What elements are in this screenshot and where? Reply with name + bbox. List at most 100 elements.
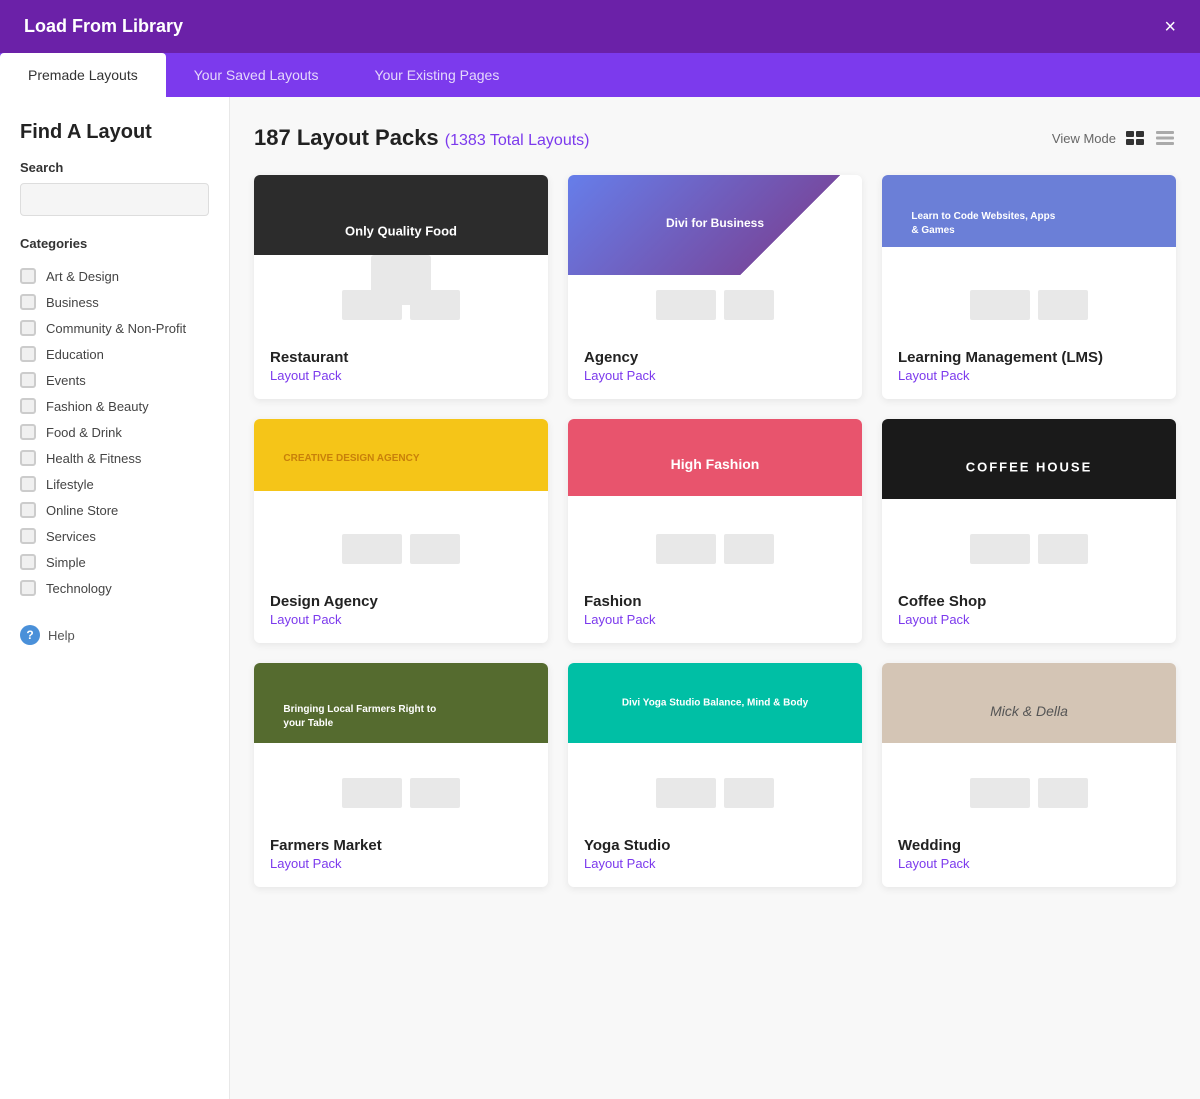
layout-count: 187 Layout Packs (1383 Total Layouts) <box>254 125 589 150</box>
category-item-online-store[interactable]: Online Store <box>20 497 209 523</box>
card-preview-yoga-studio <box>568 663 862 823</box>
card-title-farmers-market: Farmers Market <box>270 837 532 854</box>
category-item-fashion-beauty[interactable]: Fashion & Beauty <box>20 393 209 419</box>
category-label-lifestyle: Lifestyle <box>46 477 94 492</box>
card-info-restaurant: Restaurant Layout Pack <box>254 335 548 399</box>
tab-premade[interactable]: Premade Layouts <box>0 53 166 97</box>
main-content: 187 Layout Packs (1383 Total Layouts) Vi… <box>230 97 1200 1099</box>
card-subtitle-lms: Layout Pack <box>898 368 1160 383</box>
category-label-community: Community & Non-Profit <box>46 321 186 336</box>
layout-card-yoga-studio[interactable]: Yoga Studio Layout Pack <box>568 663 862 887</box>
card-preview-coffee-shop <box>882 419 1176 579</box>
mini-content-lms <box>882 275 1176 335</box>
mini-block-1 <box>970 778 1030 808</box>
mini-block-1 <box>342 534 402 564</box>
mini-block-2 <box>1038 778 1088 808</box>
card-preview-fashion <box>568 419 862 579</box>
category-label-health-fitness: Health & Fitness <box>46 451 141 466</box>
category-checkbox-events[interactable] <box>20 372 36 388</box>
mini-content-farmers-market <box>254 763 548 823</box>
category-label-simple: Simple <box>46 555 86 570</box>
category-item-business[interactable]: Business <box>20 289 209 315</box>
category-item-art-design[interactable]: Art & Design <box>20 263 209 289</box>
view-mode-label: View Mode <box>1052 131 1116 146</box>
card-info-fashion: Fashion Layout Pack <box>568 579 862 643</box>
search-label: Search <box>20 160 209 175</box>
category-checkbox-education[interactable] <box>20 346 36 362</box>
category-item-simple[interactable]: Simple <box>20 549 209 575</box>
card-info-coffee-shop: Coffee Shop Layout Pack <box>882 579 1176 643</box>
category-checkbox-services[interactable] <box>20 528 36 544</box>
mini-content-fashion <box>568 519 862 579</box>
help-button[interactable]: ? Help <box>20 625 75 645</box>
card-preview-design-agency <box>254 419 548 579</box>
category-checkbox-health-fitness[interactable] <box>20 450 36 466</box>
category-checkbox-lifestyle[interactable] <box>20 476 36 492</box>
mini-block-2 <box>410 534 460 564</box>
mini-block-2 <box>1038 534 1088 564</box>
layout-card-farmers-market[interactable]: Farmers Market Layout Pack <box>254 663 548 887</box>
card-info-farmers-market: Farmers Market Layout Pack <box>254 823 548 887</box>
layout-card-design-agency[interactable]: Design Agency Layout Pack <box>254 419 548 643</box>
tab-saved[interactable]: Your Saved Layouts <box>166 53 347 97</box>
close-button[interactable]: × <box>1164 17 1176 37</box>
category-label-events: Events <box>46 373 86 388</box>
category-label-education: Education <box>46 347 104 362</box>
mini-block-1 <box>342 778 402 808</box>
mini-block-1 <box>656 290 716 320</box>
card-title-fashion: Fashion <box>584 593 846 610</box>
category-checkbox-community[interactable] <box>20 320 36 336</box>
layout-card-agency[interactable]: Agency Layout Pack <box>568 175 862 399</box>
tab-existing[interactable]: Your Existing Pages <box>347 53 528 97</box>
card-subtitle-wedding: Layout Pack <box>898 856 1160 871</box>
category-checkbox-technology[interactable] <box>20 580 36 596</box>
layout-card-coffee-shop[interactable]: Coffee Shop Layout Pack <box>882 419 1176 643</box>
category-item-lifestyle[interactable]: Lifestyle <box>20 471 209 497</box>
mini-block-2 <box>724 534 774 564</box>
card-title-lms: Learning Management (LMS) <box>898 349 1160 366</box>
category-item-food-drink[interactable]: Food & Drink <box>20 419 209 445</box>
category-item-events[interactable]: Events <box>20 367 209 393</box>
modal: Load From Library × Premade Layouts Your… <box>0 0 1200 1099</box>
modal-title: Load From Library <box>24 16 183 37</box>
category-item-education[interactable]: Education <box>20 341 209 367</box>
card-subtitle-design-agency: Layout Pack <box>270 612 532 627</box>
category-checkbox-simple[interactable] <box>20 554 36 570</box>
grid-view-icon[interactable] <box>1124 127 1146 149</box>
card-preview-wedding <box>882 663 1176 823</box>
card-preview-agency <box>568 175 862 335</box>
category-item-services[interactable]: Services <box>20 523 209 549</box>
mini-block-2 <box>724 778 774 808</box>
mini-block-2 <box>410 778 460 808</box>
category-checkbox-food-drink[interactable] <box>20 424 36 440</box>
card-subtitle-coffee-shop: Layout Pack <box>898 612 1160 627</box>
category-checkbox-business[interactable] <box>20 294 36 310</box>
card-subtitle-farmers-market: Layout Pack <box>270 856 532 871</box>
category-checkbox-fashion-beauty[interactable] <box>20 398 36 414</box>
card-title-yoga-studio: Yoga Studio <box>584 837 846 854</box>
category-item-health-fitness[interactable]: Health & Fitness <box>20 445 209 471</box>
search-input[interactable] <box>20 183 209 216</box>
card-preview-restaurant <box>254 175 548 335</box>
category-label-services: Services <box>46 529 96 544</box>
mini-content-agency <box>568 275 862 335</box>
mini-content-wedding <box>882 763 1176 823</box>
card-preview-farmers-market <box>254 663 548 823</box>
card-title-agency: Agency <box>584 349 846 366</box>
card-subtitle-restaurant: Layout Pack <box>270 368 532 383</box>
mini-block-2 <box>724 290 774 320</box>
list-view-icon[interactable] <box>1154 127 1176 149</box>
category-item-community[interactable]: Community & Non-Profit <box>20 315 209 341</box>
category-checkbox-art-design[interactable] <box>20 268 36 284</box>
layout-card-restaurant[interactable]: Restaurant Layout Pack <box>254 175 548 399</box>
category-label-art-design: Art & Design <box>46 269 119 284</box>
mini-block-1 <box>970 534 1030 564</box>
layout-card-fashion[interactable]: Fashion Layout Pack <box>568 419 862 643</box>
layout-card-wedding[interactable]: Wedding Layout Pack <box>882 663 1176 887</box>
mini-content-design-agency <box>254 519 548 579</box>
category-item-technology[interactable]: Technology <box>20 575 209 601</box>
help-label: Help <box>48 628 75 643</box>
layout-card-lms[interactable]: Learning Management (LMS) Layout Pack <box>882 175 1176 399</box>
mini-block-1 <box>970 290 1030 320</box>
category-checkbox-online-store[interactable] <box>20 502 36 518</box>
